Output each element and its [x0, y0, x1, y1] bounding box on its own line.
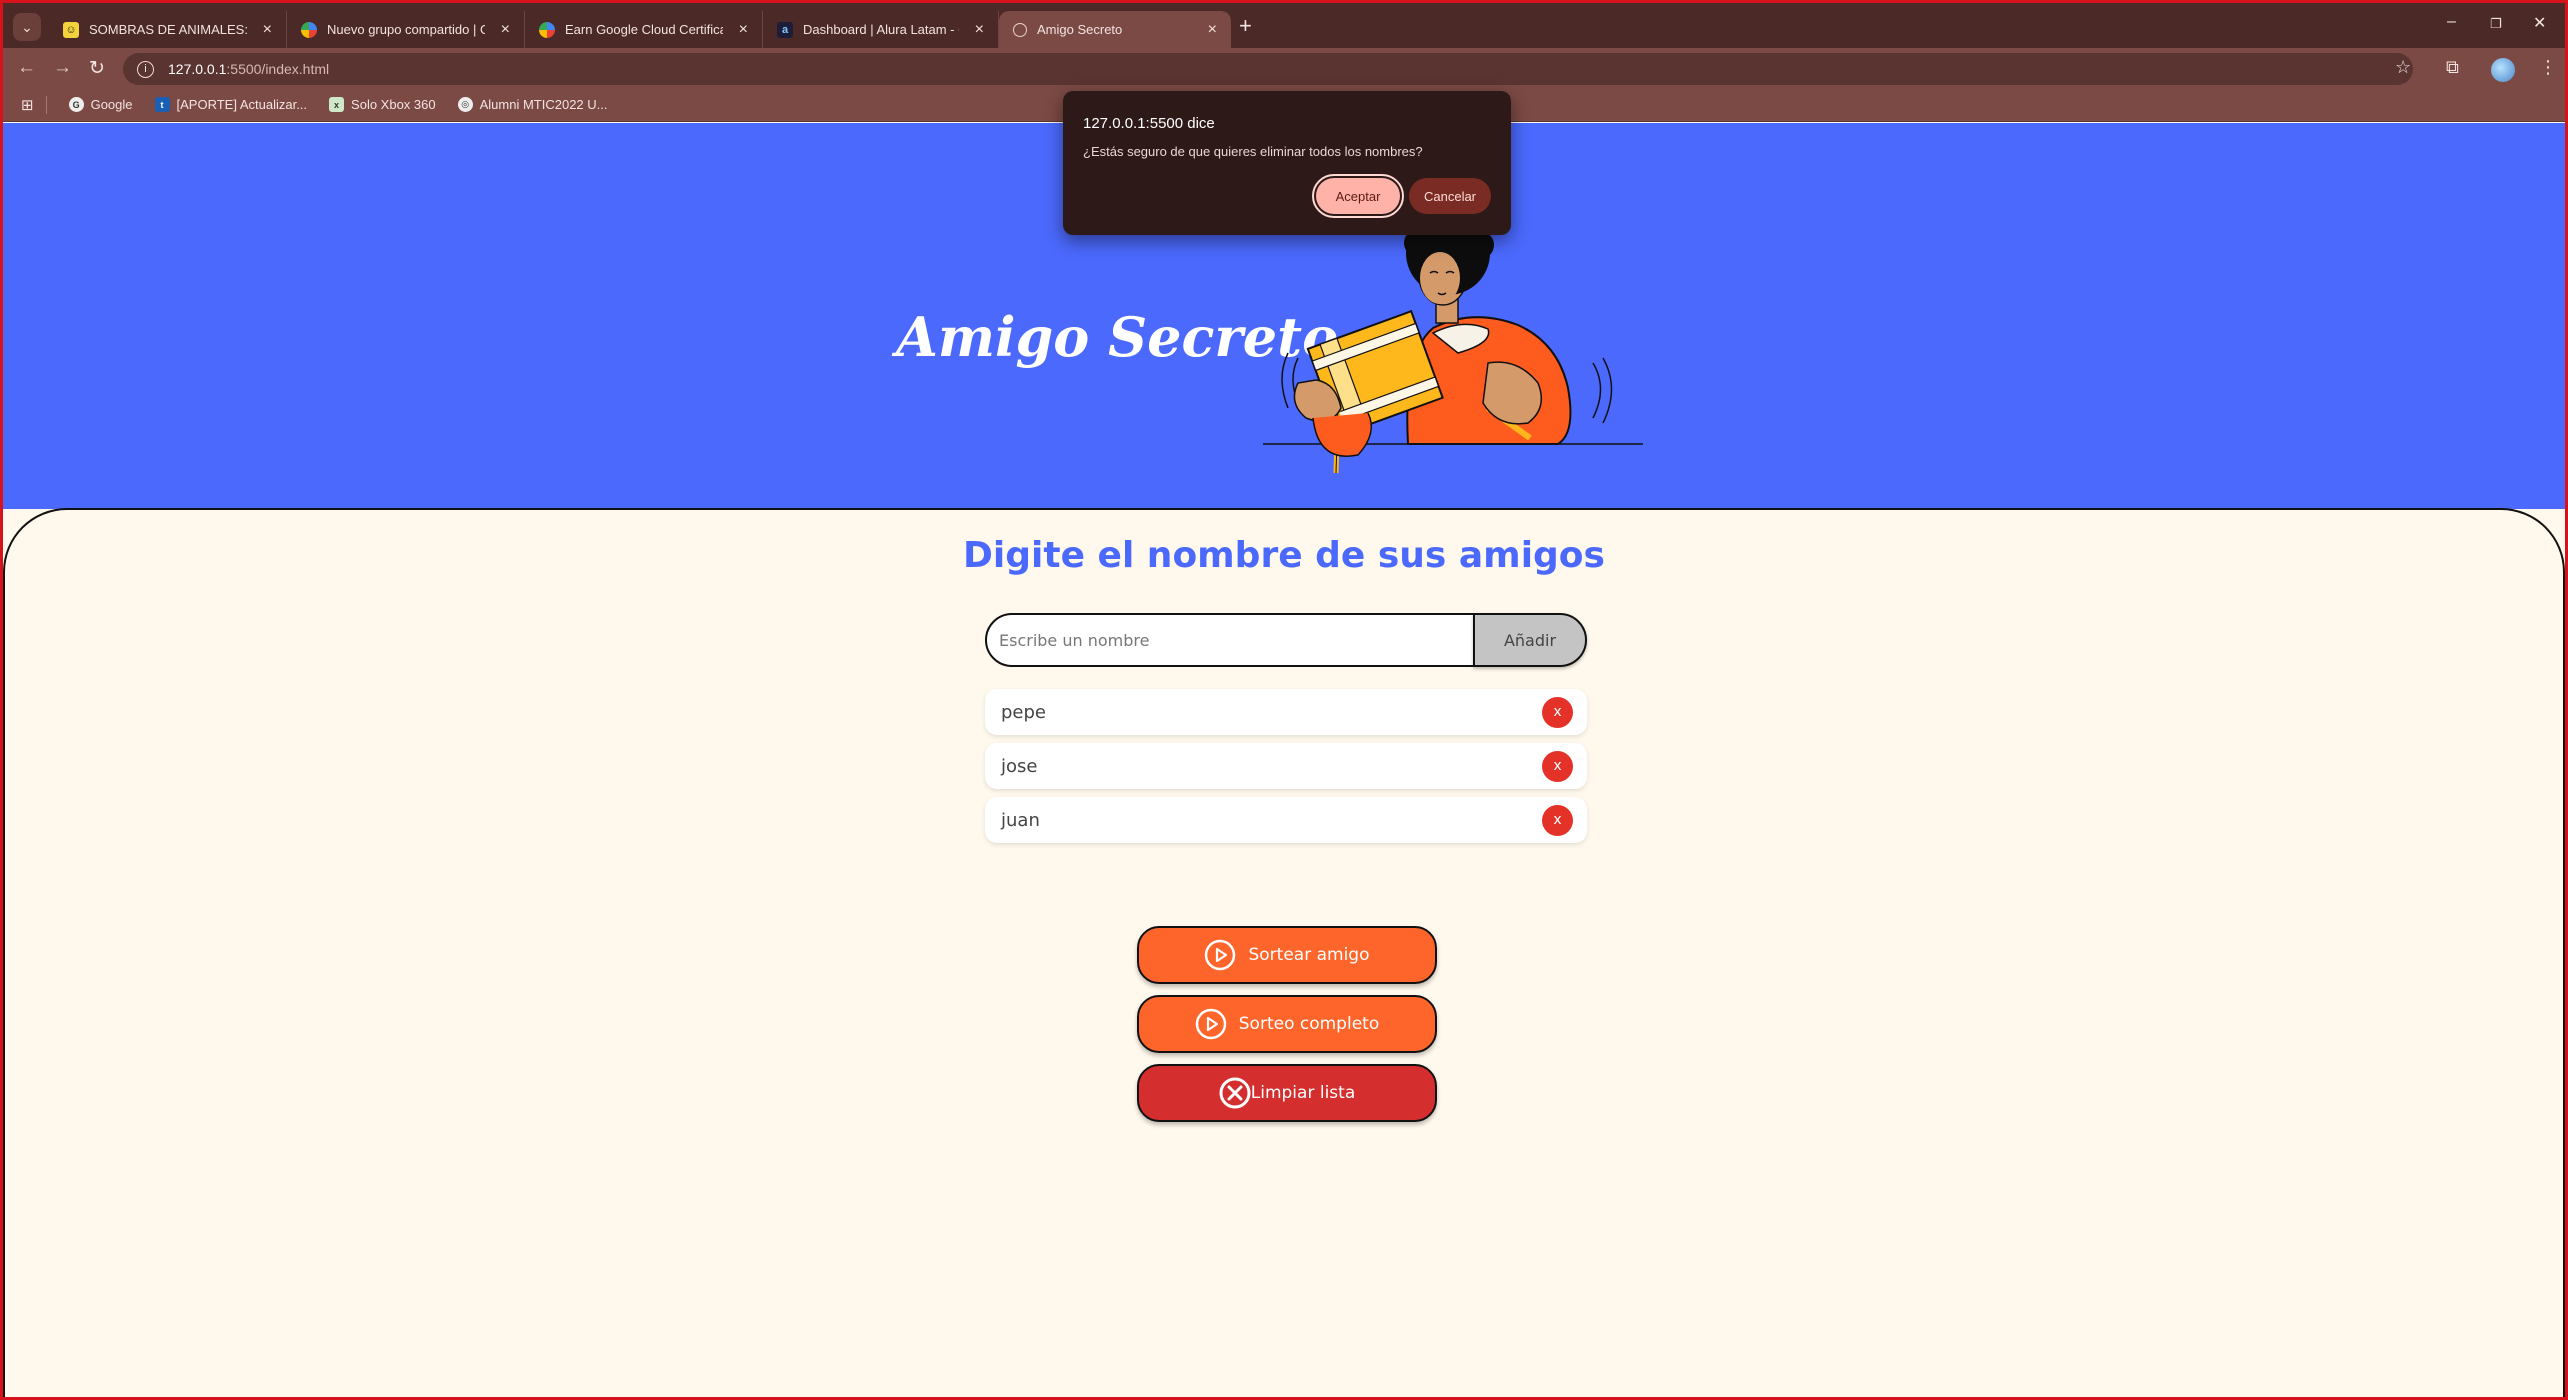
browser-toolbar: ← → ↻ i 127.0.0.1:5500/index.html ☆ ⧉ ⋮: [3, 48, 2565, 88]
restore-button[interactable]: ❐: [2490, 16, 2502, 32]
confirm-dialog: 127.0.0.1:5500 dice ¿Estás seguro de que…: [1063, 91, 1511, 235]
clear-list-label: Limpiar lista: [1250, 1083, 1356, 1103]
add-button[interactable]: Añadir: [1473, 613, 1587, 667]
close-icon[interactable]: ×: [739, 21, 748, 39]
list-item: pepe x: [985, 689, 1587, 735]
close-icon: ✕: [2533, 15, 2547, 32]
tab-title: Dashboard | Alura Latam - Curs: [803, 22, 959, 37]
tab-title: Nuevo grupo compartido | Goo: [327, 22, 485, 37]
tab-nuevo-grupo[interactable]: Nuevo grupo compartido | Goo ×: [287, 11, 525, 48]
bookmark-aporte[interactable]: t [APORTE] Actualizar...: [154, 97, 308, 112]
add-friend-form: Añadir: [985, 613, 1587, 667]
url-host: 127.0.0.1: [168, 61, 227, 77]
close-circle-icon: [1219, 1077, 1251, 1109]
forward-button[interactable]: →: [53, 57, 72, 79]
window-close-button[interactable]: ✕: [2533, 13, 2546, 33]
friend-name: jose: [1001, 755, 1038, 777]
bookmark-label: Google: [90, 97, 133, 112]
plus-icon: +: [1239, 13, 1252, 38]
url-text: 127.0.0.1:5500/index.html: [168, 61, 329, 77]
minimize-button[interactable]: –: [2447, 13, 2456, 31]
close-icon[interactable]: ×: [1208, 21, 1217, 39]
reload-button[interactable]: ↻: [89, 57, 105, 80]
full-draw-button[interactable]: Sorteo completo: [1137, 995, 1437, 1053]
bookmark-xbox[interactable]: x Solo Xbox 360: [329, 97, 436, 112]
chevron-down-icon: ⌄: [21, 18, 33, 35]
google-icon: G: [68, 97, 84, 112]
friend-list: pepe x jose x juan x: [985, 689, 1587, 851]
google-cloud-icon: [301, 21, 317, 38]
aporte-icon: t: [154, 97, 170, 112]
accept-button[interactable]: Aceptar: [1312, 174, 1404, 218]
name-input[interactable]: [985, 613, 1475, 667]
tab-strip: ⌄ ☺ SOMBRAS DE ANIMALES: Cont × Nuevo gr…: [3, 3, 2565, 48]
alumni-icon: ◎: [457, 97, 473, 112]
close-icon[interactable]: ×: [975, 21, 984, 39]
remove-friend-button[interactable]: x: [1542, 696, 1573, 728]
section-title: Digite el nombre de sus amigos: [963, 535, 1605, 576]
browser-window: ⌄ ☺ SOMBRAS DE ANIMALES: Cont × Nuevo gr…: [3, 3, 2565, 1397]
apps-grid-icon[interactable]: ⊞: [21, 96, 34, 114]
tab-title: SOMBRAS DE ANIMALES: Cont: [89, 22, 247, 37]
tab-amigo-secreto[interactable]: Amigo Secreto ×: [999, 11, 1231, 48]
url-path: :5500/index.html: [226, 61, 330, 77]
tab-title: Amigo Secreto: [1037, 22, 1123, 37]
full-draw-label: Sorteo completo: [1238, 1014, 1380, 1034]
restore-icon: ❐: [2490, 16, 2502, 31]
page-viewport: Amigo Secreto Digite el nombre de sus am…: [3, 123, 2565, 1397]
bookmark-google[interactable]: G Google: [68, 97, 133, 112]
gift-illustration: [1263, 233, 1643, 474]
tab-title: Earn Google Cloud Certification: [565, 22, 723, 37]
cancel-button[interactable]: Cancelar: [1409, 178, 1491, 214]
new-tab-button[interactable]: +: [1239, 13, 1252, 39]
remove-friend-button[interactable]: x: [1542, 804, 1573, 836]
minimize-icon: –: [2447, 13, 2456, 30]
clear-list-button[interactable]: Limpiar lista: [1137, 1064, 1437, 1122]
profile-avatar[interactable]: [2491, 58, 2515, 82]
close-icon[interactable]: ×: [263, 21, 272, 39]
bookmark-label: Alumni MTIC2022 U...: [479, 97, 608, 112]
bookmark-label: [APORTE] Actualizar...: [176, 97, 308, 112]
close-icon[interactable]: ×: [501, 21, 510, 39]
address-bar[interactable]: i 127.0.0.1:5500/index.html: [123, 53, 2413, 85]
friend-name: pepe: [1001, 701, 1046, 723]
tab-sombras[interactable]: ☺ SOMBRAS DE ANIMALES: Cont ×: [49, 11, 287, 48]
dialog-title: 127.0.0.1:5500 dice: [1083, 115, 1215, 132]
menu-icon[interactable]: ⋮: [2539, 57, 2557, 78]
alura-icon: a: [777, 21, 793, 38]
globe-icon: [1013, 22, 1027, 37]
bookmarks-separator: [45, 95, 47, 114]
arrow-right-icon: →: [53, 57, 72, 78]
arrow-left-icon: ←: [17, 57, 36, 78]
draw-friend-label: Sortear amigo: [1248, 945, 1370, 965]
reload-icon: ↻: [89, 58, 105, 79]
remove-friend-button[interactable]: x: [1542, 750, 1573, 782]
list-item: juan x: [985, 797, 1587, 843]
back-button[interactable]: ←: [17, 57, 36, 79]
tab-alura-dashboard[interactable]: a Dashboard | Alura Latam - Curs ×: [763, 11, 999, 48]
sombras-favicon-icon: ☺: [63, 21, 79, 38]
bookmark-star-icon[interactable]: ☆: [2395, 57, 2411, 78]
draw-friend-button[interactable]: Sortear amigo: [1137, 926, 1437, 984]
tab-search-button[interactable]: ⌄: [13, 13, 41, 41]
play-circle-icon: [1195, 1008, 1227, 1040]
extensions-icon[interactable]: ⧉: [2446, 57, 2459, 78]
play-circle-icon: [1205, 939, 1236, 971]
dialog-message: ¿Estás seguro de que quieres eliminar to…: [1083, 144, 1423, 159]
google-cloud-icon: [539, 21, 555, 38]
xbox-icon: x: [329, 97, 345, 112]
site-info-icon[interactable]: i: [137, 60, 154, 78]
bookmark-alumni[interactable]: ◎ Alumni MTIC2022 U...: [457, 97, 608, 112]
friend-name: juan: [1001, 809, 1040, 831]
list-item: jose x: [985, 743, 1587, 789]
tab-earn-google-cloud[interactable]: Earn Google Cloud Certification ×: [525, 11, 763, 48]
bookmark-label: Solo Xbox 360: [351, 97, 436, 112]
